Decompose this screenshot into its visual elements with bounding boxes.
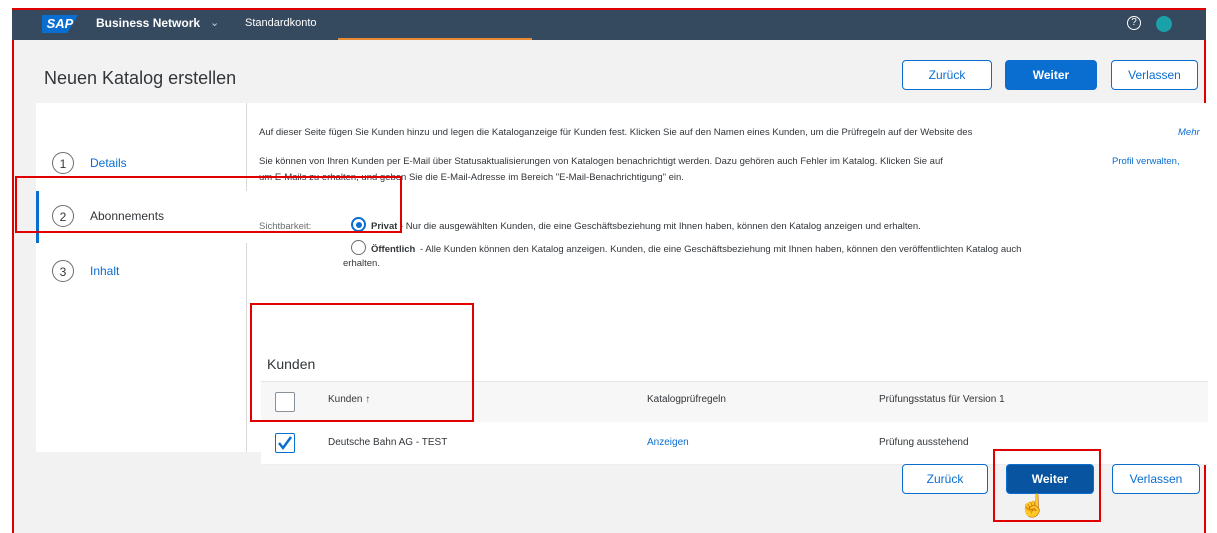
step-content[interactable]: 3 Inhalt bbox=[36, 246, 246, 298]
step-label[interactable]: Details bbox=[90, 156, 127, 170]
avatar[interactable] bbox=[1156, 16, 1172, 32]
sap-logo[interactable]: SAP bbox=[42, 15, 78, 33]
intro-text: Auf dieser Seite fügen Sie Kunden hinzu … bbox=[259, 127, 973, 138]
checkmark-icon bbox=[278, 436, 293, 451]
table-row[interactable]: Deutsche Bahn AG - TEST Anzeigen Prüfung… bbox=[261, 422, 1208, 465]
select-all-checkbox[interactable] bbox=[275, 392, 295, 412]
step-subscriptions[interactable]: 2 Abonnements bbox=[36, 191, 249, 243]
review-status: Prüfung ausstehend bbox=[879, 437, 969, 448]
column-label: Kunden bbox=[328, 394, 363, 405]
sort-ascending-icon: ↑ bbox=[365, 394, 371, 405]
product-name[interactable]: Business Network bbox=[96, 16, 200, 30]
email-info-text: Sie können von Ihren Kunden per E-Mail ü… bbox=[259, 156, 943, 167]
column-customers[interactable]: Kunden ↑ bbox=[328, 394, 370, 405]
page-title: Neuen Katalog erstellen bbox=[44, 68, 237, 88]
step-label[interactable]: Inhalt bbox=[90, 264, 119, 278]
next-button[interactable]: Weiter bbox=[1005, 60, 1097, 90]
public-label[interactable]: Öffentlich bbox=[371, 244, 415, 255]
step-number: 2 bbox=[52, 205, 74, 227]
public-description: - Alle Kunden können den Katalog anzeige… bbox=[420, 244, 1022, 255]
back-button[interactable]: Zurück bbox=[902, 60, 992, 90]
step-details[interactable]: 1 Details bbox=[36, 138, 246, 190]
row-checkbox[interactable] bbox=[275, 433, 295, 453]
footer-next-button[interactable]: Weiter bbox=[1006, 464, 1094, 494]
more-link[interactable]: Mehr bbox=[1178, 127, 1200, 138]
wizard-steps: 1 Details 2 Abonnements 3 Inhalt bbox=[36, 103, 249, 452]
content-panel: Auf dieser Seite fügen Sie Kunden hinzu … bbox=[247, 103, 1208, 465]
step-number: 3 bbox=[52, 260, 74, 282]
email-info-text-2: um E-Mails zu erhalten, und geben Sie di… bbox=[259, 172, 684, 183]
private-radio[interactable] bbox=[351, 217, 366, 232]
page: Neuen Katalog erstellen Zurück Weiter Ve… bbox=[12, 40, 1208, 533]
hand-cursor-icon: ☝ bbox=[1019, 493, 1047, 518]
manage-profile-link[interactable]: Profil verwalten, bbox=[1112, 156, 1180, 167]
exit-button[interactable]: Verlassen bbox=[1111, 60, 1198, 90]
account-name[interactable]: Standardkonto bbox=[245, 17, 317, 29]
shell-bar: SAP Business Network ⌄ Standardkonto ? bbox=[12, 8, 1206, 40]
customer-name[interactable]: Deutsche Bahn AG - TEST bbox=[328, 437, 447, 448]
public-radio[interactable] bbox=[351, 240, 366, 255]
private-label[interactable]: Privat bbox=[371, 221, 397, 232]
step-label: Abonnements bbox=[90, 209, 165, 223]
show-rules-link[interactable]: Anzeigen bbox=[647, 437, 689, 448]
column-review-status: Prüfungsstatus für Version 1 bbox=[879, 394, 1005, 405]
visibility-label: Sichtbarkeit: bbox=[259, 221, 312, 232]
public-description-2: erhalten. bbox=[343, 258, 380, 269]
help-icon[interactable]: ? bbox=[1127, 16, 1141, 30]
step-number: 1 bbox=[52, 152, 74, 174]
column-catalog-rules: Katalogprüfregeln bbox=[647, 394, 726, 405]
footer-back-button[interactable]: Zurück bbox=[902, 464, 988, 494]
customers-table-header: Kunden ↑ Katalogprüfregeln Prüfungsstatu… bbox=[261, 381, 1208, 423]
chevron-down-icon[interactable]: ⌄ bbox=[210, 16, 219, 29]
footer-exit-button[interactable]: Verlassen bbox=[1112, 464, 1200, 494]
customers-title: Kunden bbox=[267, 356, 316, 372]
private-description: - Nur die ausgewählten Kunden, die eine … bbox=[400, 221, 921, 232]
